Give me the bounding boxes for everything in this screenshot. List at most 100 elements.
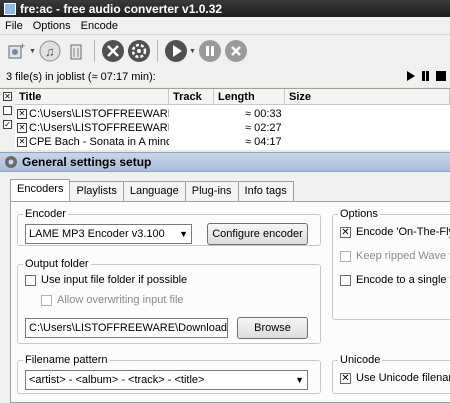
filename-pattern-group: Filename pattern <artist> - <album> - <t…: [17, 354, 321, 394]
start-encoding-button[interactable]: [164, 39, 188, 63]
column-length[interactable]: Length: [214, 89, 285, 105]
options-legend: Options: [340, 208, 378, 220]
table-row[interactable]: ✕ C:\Users\LISTOFFREEWARE\D ≈ 00:33: [15, 107, 450, 121]
tools-icon: [101, 40, 124, 62]
row-title: CPE Bach - Sonata in A minor Po: [29, 136, 169, 148]
window-title: fre:ac - free audio converter v1.0.32: [20, 1, 223, 16]
unicode-group: Unicode ✕ Use Unicode filenames: [332, 354, 450, 394]
output-folder-group: Output folder Use input file folder if p…: [17, 258, 321, 344]
toggle-selection-checkbox[interactable]: ✓: [3, 120, 12, 129]
joblist-selection-column: ✕ ✓: [0, 89, 15, 151]
allow-overwrite-label: Allow overwriting input file: [57, 294, 184, 306]
encoder-legend: Encoder: [25, 208, 66, 220]
select-all-checkbox[interactable]: ✕: [3, 92, 12, 101]
keep-wave-files-label: Keep ripped Wave files: [356, 250, 450, 262]
remove-files-button[interactable]: [64, 39, 88, 63]
settings-tabs: Encoders Playlists Language Plug-ins Inf…: [10, 179, 294, 201]
gear-icon: [127, 40, 150, 62]
checkbox-box[interactable]: [25, 274, 36, 286]
encoder-selected: LAME MP3 Encoder v3.100: [29, 228, 165, 240]
row-length: ≈ 02:27: [245, 122, 282, 134]
output-folder-field[interactable]: C:\Users\LISTOFFREEWARE\Downloads\0000: [25, 318, 228, 338]
joblist-status: 3 file(s) in joblist (≈ 07:17 min):: [0, 67, 450, 87]
pause-icon[interactable]: [421, 71, 430, 81]
app-icon: [4, 2, 16, 15]
add-cd-button[interactable]: ♫: [38, 39, 62, 63]
stop-icon[interactable]: [436, 71, 446, 81]
column-size[interactable]: Size: [285, 89, 450, 105]
checkbox-box[interactable]: ✕: [340, 226, 351, 238]
filename-pattern-value: <artist> - <album> - <track> - <title>: [29, 374, 205, 386]
encode-single-file-label: Encode to a single file: [356, 274, 450, 286]
encode-single-file-checkbox[interactable]: Encode to a single file: [340, 274, 450, 286]
row-length: ≈ 04:17: [245, 136, 282, 148]
table-row[interactable]: ✕ C:\Users\LISTOFFREEWARE\D ≈ 02:27: [15, 121, 450, 135]
svg-text:♫: ♫: [45, 44, 55, 59]
menu-bar: File Options Encode: [0, 17, 450, 35]
encode-dropdown-icon[interactable]: ▼: [189, 48, 196, 55]
settings-header: General settings setup: [0, 152, 450, 172]
configure-encoder-button[interactable]: Configure encoder: [207, 223, 308, 245]
column-title[interactable]: Title: [15, 89, 169, 105]
checkbox-box[interactable]: [41, 294, 52, 306]
joblist: ✕ ✓ Title Track Length Size ✕ C:\Users\L…: [0, 88, 450, 151]
row-title: C:\Users\LISTOFFREEWARE\D: [29, 108, 169, 120]
menu-file[interactable]: File: [0, 20, 28, 32]
settings-title: General settings setup: [22, 155, 152, 169]
keep-wave-files-checkbox[interactable]: Keep ripped Wave files: [340, 250, 450, 262]
svg-text:+: +: [20, 41, 25, 51]
stop-icon: [224, 40, 247, 62]
add-files-button[interactable]: +: [4, 39, 28, 63]
settings-button[interactable]: [127, 39, 151, 63]
select-none-checkbox[interactable]: [3, 106, 12, 115]
column-track[interactable]: Track: [169, 89, 214, 105]
filename-pattern-legend: Filename pattern: [25, 354, 108, 366]
menu-encode[interactable]: Encode: [76, 20, 123, 32]
play-icon[interactable]: [406, 71, 415, 81]
title-bar: fre:ac - free audio converter v1.0.32: [0, 0, 450, 17]
use-unicode-filenames-checkbox[interactable]: ✕ Use Unicode filenames: [340, 372, 450, 384]
output-folder-legend: Output folder: [25, 258, 89, 270]
add-files-icon: +: [8, 41, 25, 59]
row-length: ≈ 00:33: [245, 108, 282, 120]
toolbar-separator: [93, 40, 95, 62]
menu-options[interactable]: Options: [28, 20, 76, 32]
trash-icon: [70, 44, 82, 60]
row-checkbox[interactable]: ✕: [17, 137, 27, 147]
configure-tools-button[interactable]: [101, 39, 125, 63]
playback-controls: [406, 71, 446, 81]
checkbox-box[interactable]: ✕: [340, 372, 351, 384]
use-input-folder-label: Use input file folder if possible: [41, 274, 188, 286]
use-unicode-filenames-label: Use Unicode filenames: [356, 372, 450, 384]
pause-encoding-button[interactable]: [198, 39, 222, 63]
tab-language[interactable]: Language: [122, 181, 186, 201]
tab-encoders[interactable]: Encoders: [10, 179, 71, 201]
joblist-header: Title Track Length Size: [15, 89, 450, 105]
stop-encoding-button[interactable]: [224, 39, 248, 63]
checkbox-box[interactable]: [340, 274, 351, 286]
tab-playlists[interactable]: Playlists: [69, 181, 124, 201]
row-checkbox[interactable]: ✕: [17, 109, 27, 119]
pause-icon: [198, 40, 221, 62]
table-row[interactable]: ✕ CPE Bach - Sonata in A minor Po ≈ 04:1…: [15, 135, 450, 149]
chevron-down-icon: ▼: [179, 229, 188, 239]
tab-plugins[interactable]: Plug-ins: [184, 181, 239, 201]
use-input-folder-checkbox[interactable]: Use input file folder if possible: [25, 274, 187, 286]
add-dropdown-icon[interactable]: ▼: [29, 48, 36, 55]
toolbar-separator: [156, 40, 158, 62]
music-note-icon: ♫: [39, 40, 61, 62]
encode-on-the-fly-label: Encode 'On-The-Fly': [356, 226, 450, 238]
filename-pattern-select[interactable]: <artist> - <album> - <track> - <title> ▼: [25, 370, 308, 390]
encoder-select[interactable]: LAME MP3 Encoder v3.100 ▼: [25, 224, 192, 244]
options-group: Options ✕ Encode 'On-The-Fly' Keep rippe…: [332, 208, 450, 320]
browse-button[interactable]: Browse: [237, 317, 308, 339]
tab-info-tags[interactable]: Info tags: [237, 181, 294, 201]
encoders-tab-page: Encoder LAME MP3 Encoder v3.100 ▼ Config…: [10, 201, 450, 403]
joblist-summary: 3 file(s) in joblist (≈ 07:17 min):: [6, 71, 156, 83]
settings-panel: Encoders Playlists Language Plug-ins Inf…: [0, 172, 450, 403]
allow-overwrite-checkbox[interactable]: Allow overwriting input file: [41, 294, 184, 306]
row-checkbox[interactable]: ✕: [17, 123, 27, 133]
encode-on-the-fly-checkbox[interactable]: ✕ Encode 'On-The-Fly': [340, 226, 450, 238]
checkbox-box[interactable]: [340, 250, 351, 262]
play-icon: [164, 40, 187, 62]
